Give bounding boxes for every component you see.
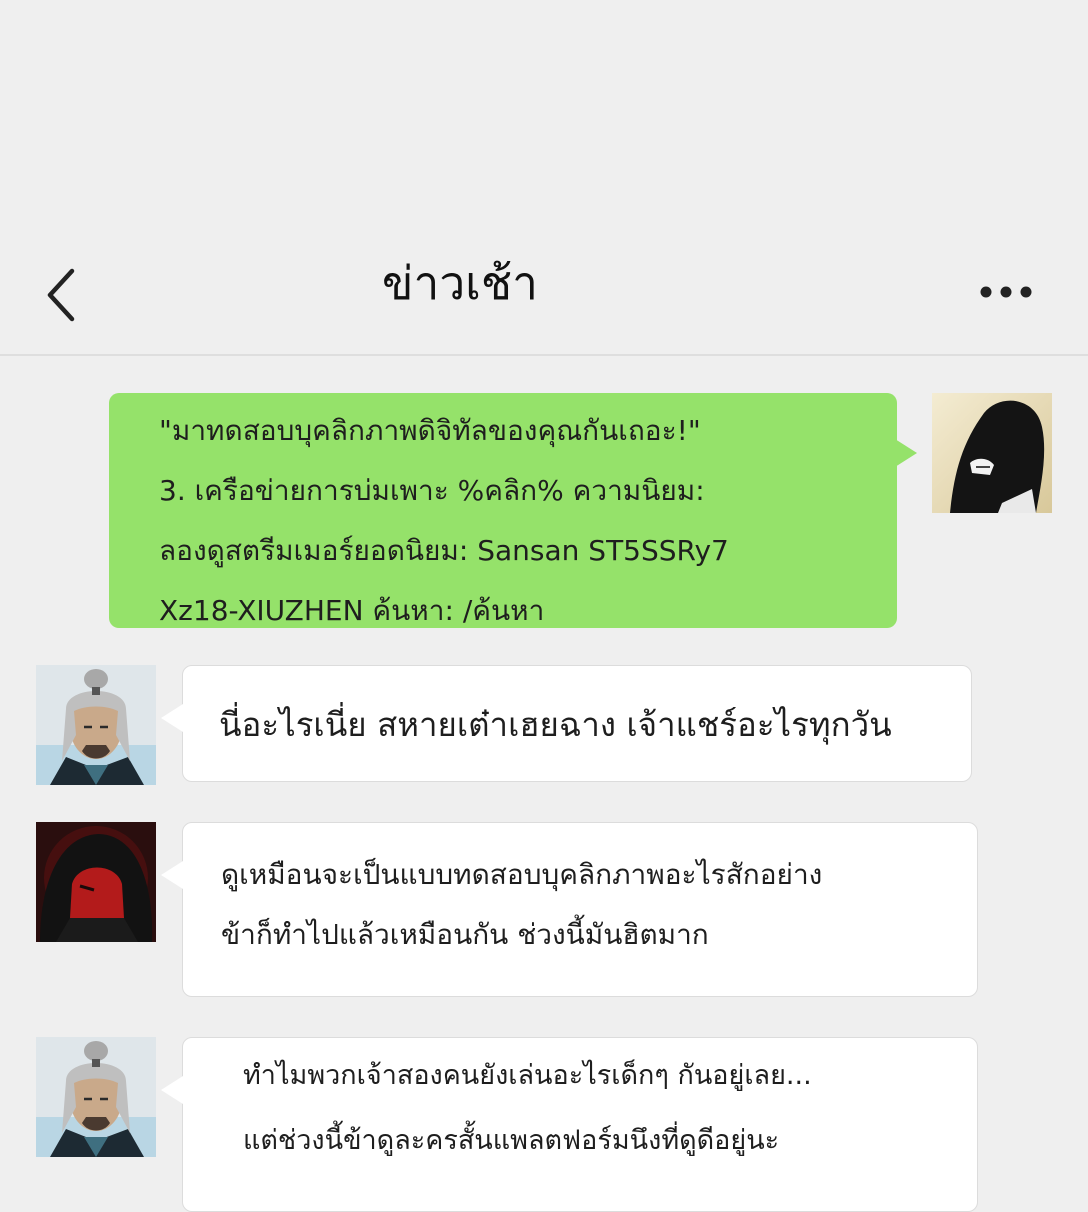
grey-haired-man-avatar-icon (36, 665, 156, 785)
message-text-line: ทำไมพวกเจ้าสองคนยังเล่นอะไรเด็กๆ กันอยู่… (243, 1060, 812, 1091)
red-hooded-figure-avatar-icon (36, 822, 156, 942)
masked-figure-avatar-icon (932, 393, 1052, 513)
avatar-red-hooded[interactable] (36, 822, 156, 942)
message-text-line: ข้าก็ทำไปแล้วเหมือนกัน ช่วงนี้มันฮิตมาก (221, 918, 709, 951)
message-list[interactable]: "มาทดสอบบุคลิกภาพดิจิทัลของคุณกันเถอะ!" … (0, 356, 1088, 1212)
message-bubble-received[interactable]: นี่อะไรเนี่ย สหายเต๋าเฮยฉาง เจ้าแชร์อะไร… (161, 665, 972, 782)
message-text-line: ดูเหมือนจะเป็นแบบทดสอบบุคลิกภาพอะไรสักอย… (221, 858, 823, 891)
grey-haired-man-avatar-icon (36, 1037, 156, 1157)
message-text-line: Xz18-XIUZHEN ค้นหา: /ค้นหา (159, 594, 545, 627)
message-text-line: ลองดูสตรีมเมอร์ยอดนิยม: Sansan ST5SSRy7 (159, 534, 729, 567)
message-bubble-received[interactable]: ทำไมพวกเจ้าสองคนยังเล่นอะไรเด็กๆ กันอยู่… (161, 1037, 978, 1212)
bubble-tail (161, 1076, 183, 1104)
message-text-line: "มาทดสอบบุคลิกภาพดิจิทัลของคุณกันเถอะ!" (159, 414, 701, 447)
bubble-tail (895, 439, 917, 467)
more-options-button[interactable] (970, 270, 1042, 314)
avatar-grey-haired[interactable] (36, 1037, 156, 1157)
chat-header: ข่าวเช้า (0, 230, 1088, 356)
more-horizontal-icon (980, 286, 1032, 298)
message-bubble-received[interactable]: ดูเหมือนจะเป็นแบบทดสอบบุคลิกภาพอะไรสักอย… (161, 822, 978, 997)
avatar-me[interactable] (932, 393, 1052, 513)
status-area (0, 0, 1088, 230)
message-bubble-sent[interactable]: "มาทดสอบบุคลิกภาพดิจิทัลของคุณกันเถอะ!" … (109, 393, 917, 628)
back-button[interactable] (38, 258, 98, 328)
chat-title: ข่าวเช้า (382, 256, 538, 310)
message-text-line: นี่อะไรเนี่ย สหายเต๋าเฮยฉาง เจ้าแชร์อะไร… (219, 705, 892, 744)
message-text-line: 3. เครือข่ายการบ่มเพาะ %คลิก% ความนิยม: (159, 474, 705, 507)
message-text-line: แต่ช่วงนี้ข้าดูละครสั้นแพลตฟอร์มนึงที่ดู… (243, 1125, 780, 1156)
avatar-grey-haired[interactable] (36, 665, 156, 785)
bubble-tail (161, 704, 183, 732)
chevron-left-icon (47, 268, 75, 322)
bubble-tail (161, 861, 183, 889)
